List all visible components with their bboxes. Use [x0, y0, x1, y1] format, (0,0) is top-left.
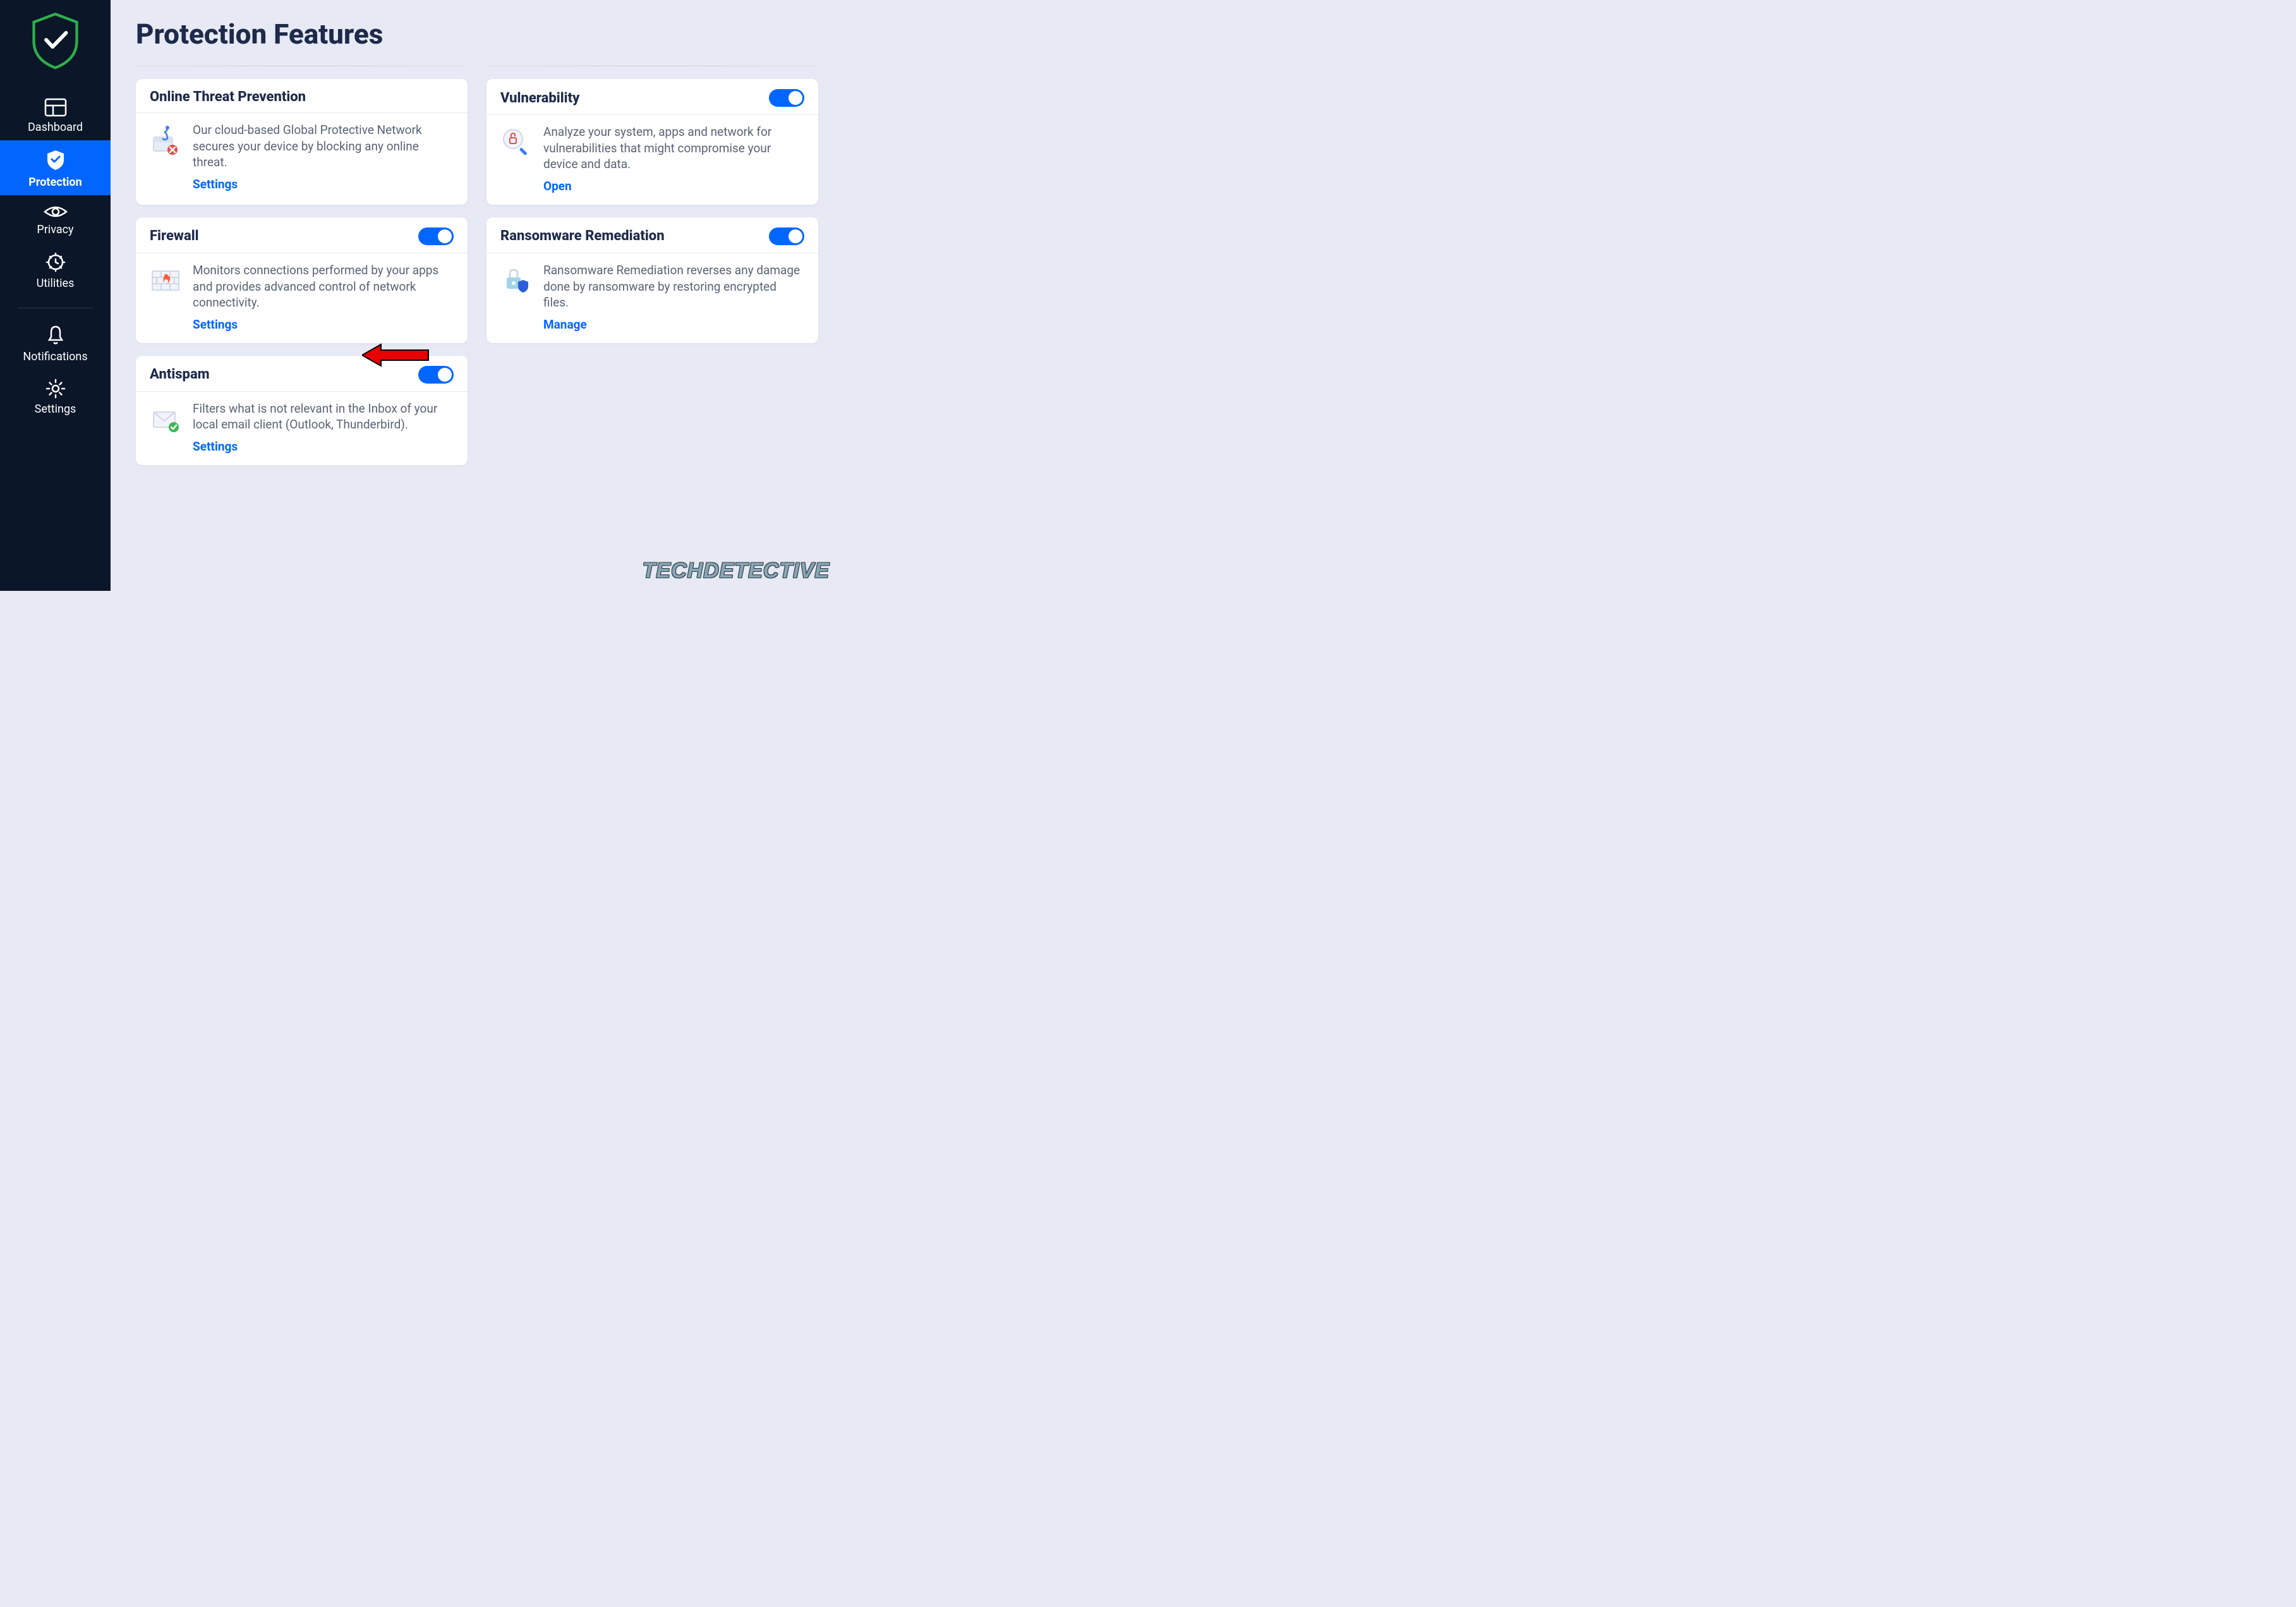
vulnerability-toggle[interactable] — [769, 89, 804, 107]
main-content: Protection Features Online Threat Preven… — [111, 0, 843, 591]
ransomware-manage-link[interactable]: Manage — [543, 317, 587, 332]
card-text: Ransomware Remediation reverses any dama… — [543, 262, 804, 332]
online-threat-settings-link[interactable]: Settings — [193, 177, 238, 191]
card-body: Analyze your system, apps and network fo… — [486, 115, 818, 205]
card-desc: Analyze your system, apps and network fo… — [543, 124, 804, 173]
card-online-threat: Online Threat Prevention Our cloud-b — [136, 79, 468, 205]
card-desc: Our cloud-based Global Protective Networ… — [193, 122, 454, 171]
card-vulnerability: Vulnerability Analyze your system, apps … — [486, 79, 818, 205]
card-title: Online Threat Prevention — [150, 89, 306, 105]
sidebar-item-label: Dashboard — [28, 121, 83, 134]
bell-icon — [46, 325, 65, 346]
card-text: Filters what is not relevant in the Inbo… — [193, 401, 454, 454]
sidebar-item-label: Settings — [35, 403, 76, 416]
card-title: Antispam — [150, 367, 210, 382]
card-text: Analyze your system, apps and network fo… — [543, 124, 804, 193]
card-text: Our cloud-based Global Protective Networ… — [193, 122, 454, 191]
sidebar-item-label: Notifications — [23, 350, 87, 363]
sidebar-item-notifications[interactable]: Notifications — [0, 316, 111, 370]
firewall-toggle[interactable] — [418, 227, 454, 245]
ransomware-toggle[interactable] — [769, 227, 804, 245]
card-title: Ransomware Remediation — [500, 228, 665, 244]
card-header: Online Threat Prevention — [136, 79, 468, 113]
card-ransomware: Ransomware Remediation Ransomware Remedi… — [486, 217, 818, 343]
search-lock-icon — [500, 126, 532, 158]
envelope-check-icon — [150, 403, 181, 435]
card-header: Ransomware Remediation — [486, 217, 818, 253]
gear-icon — [45, 379, 66, 399]
cards-grid: Online Threat Prevention Our cloud-b — [136, 66, 818, 465]
eye-icon — [44, 204, 68, 219]
card-header: Antispam — [136, 356, 468, 392]
card-desc: Ransomware Remediation reverses any dama… — [543, 262, 804, 311]
antispam-settings-link[interactable]: Settings — [193, 439, 238, 454]
phishing-icon — [150, 124, 181, 156]
card-text: Monitors connections performed by your a… — [193, 262, 454, 332]
firewall-icon — [150, 265, 181, 296]
card-antispam: Antispam Filters what is not relevant in… — [136, 356, 468, 465]
sidebar-item-label: Utilities — [37, 277, 75, 290]
sidebar-item-privacy[interactable]: Privacy — [0, 195, 111, 243]
card-desc: Monitors connections performed by your a… — [193, 262, 454, 311]
gear-clock-icon — [45, 252, 66, 273]
card-body: Our cloud-based Global Protective Networ… — [136, 113, 468, 203]
sidebar-item-label: Protection — [28, 176, 82, 189]
sidebar-item-label: Privacy — [37, 223, 73, 236]
sidebar-item-utilities[interactable]: Utilities — [0, 243, 111, 296]
card-body: Filters what is not relevant in the Inbo… — [136, 392, 468, 465]
card-title: Firewall — [150, 228, 199, 244]
card-title: Vulnerability — [500, 90, 579, 106]
vulnerability-open-link[interactable]: Open — [543, 179, 572, 193]
card-firewall: Firewall — [136, 217, 468, 343]
sidebar-item-dashboard[interactable]: Dashboard — [0, 89, 111, 140]
dashboard-icon — [44, 98, 67, 117]
card-desc: Filters what is not relevant in the Inbo… — [193, 401, 454, 433]
page-title: Protection Features — [136, 18, 818, 51]
sidebar: Dashboard Protection Privacy Utilities N… — [0, 0, 111, 591]
card-header: Vulnerability — [486, 79, 818, 115]
lock-shield-icon — [500, 265, 532, 296]
app-logo-shield — [28, 11, 82, 71]
shield-icon — [45, 149, 66, 172]
watermark: TECHDETECTIVE — [643, 559, 830, 583]
sidebar-item-settings[interactable]: Settings — [0, 370, 111, 422]
sidebar-item-protection[interactable]: Protection — [0, 140, 111, 195]
card-header: Firewall — [136, 217, 468, 253]
card-body: Ransomware Remediation reverses any dama… — [486, 253, 818, 343]
antispam-toggle[interactable] — [418, 366, 454, 384]
card-body: Monitors connections performed by your a… — [136, 253, 468, 343]
firewall-settings-link[interactable]: Settings — [193, 317, 238, 332]
